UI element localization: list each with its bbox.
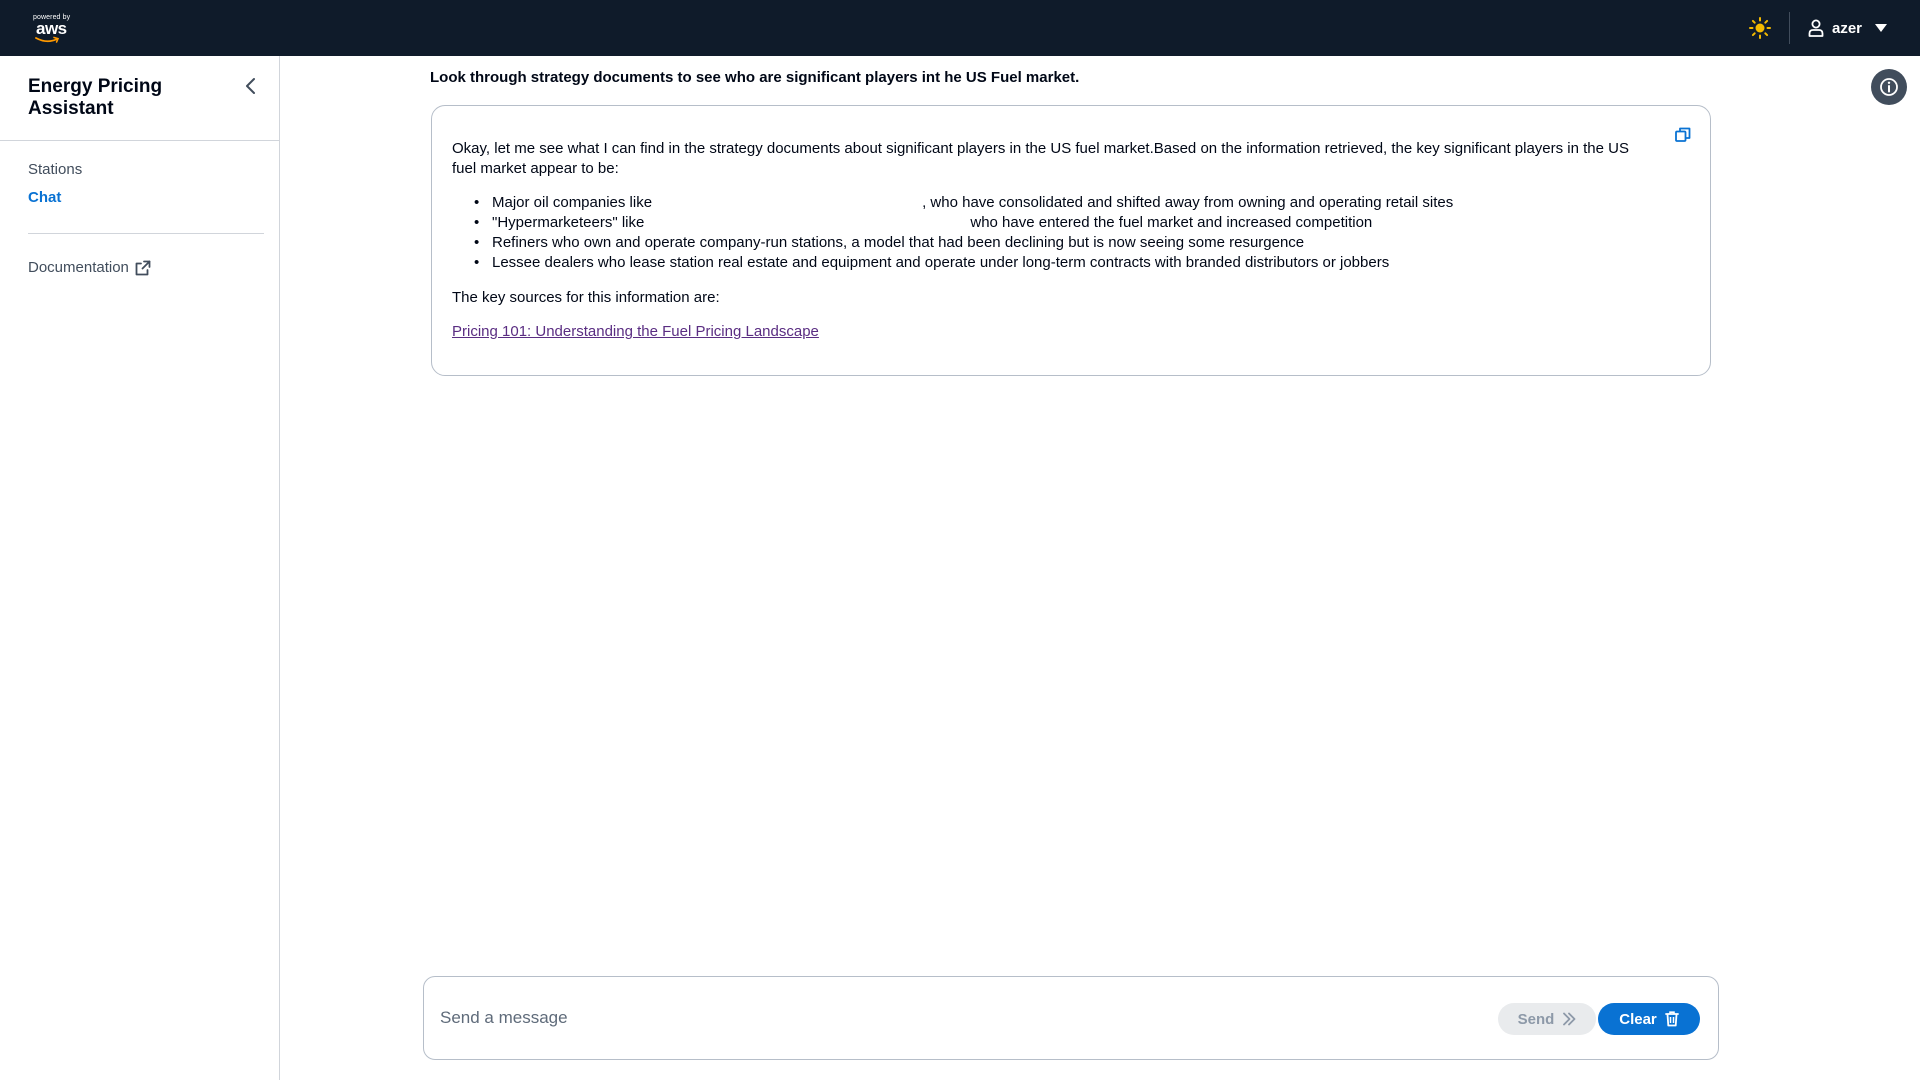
message-composer: Send Clear — [423, 976, 1719, 1060]
bullet-text: , who have consolidated and shifted away… — [922, 194, 1454, 211]
documentation-label: Documentation — [28, 259, 129, 276]
sidebar-item-documentation[interactable]: Documentation — [28, 258, 151, 278]
source-link[interactable]: Pricing 101: Understanding the Fuel Pric… — [452, 322, 819, 342]
chevron-left-icon — [246, 78, 255, 94]
message-input[interactable] — [440, 1003, 1440, 1033]
info-button[interactable] — [1871, 69, 1907, 105]
clear-label: Clear — [1619, 1010, 1657, 1028]
user-question: Look through strategy documents to see w… — [430, 69, 1080, 86]
list-item: Refiners who own and operate company-run… — [452, 233, 1652, 253]
side-navigation: Energy Pricing Assistant Stations Chat D… — [0, 56, 280, 1080]
aws-smile-icon — [35, 36, 60, 43]
bullet-text: Lessee dealers who lease station real es… — [492, 254, 1390, 271]
collapse-sidebar-button[interactable] — [241, 76, 261, 96]
user-menu-button[interactable]: azer — [1808, 14, 1888, 42]
sidebar-divider — [0, 140, 280, 141]
answer-intro: Okay, let me see what I can find in the … — [452, 140, 1629, 177]
sun-icon — [1749, 17, 1771, 39]
sidebar-item-chat[interactable]: Chat — [28, 188, 61, 208]
list-item: Major oil companies like , who have conso… — [452, 193, 1652, 213]
aws-logo[interactable]: powered by aws — [32, 12, 76, 44]
bullet-text: who have entered the fuel market and inc… — [970, 214, 1373, 231]
bullet-text: "Hypermarketeers" like — [492, 214, 645, 231]
sources-label: The key sources for this information are… — [452, 289, 720, 306]
info-icon — [1880, 78, 1898, 96]
double-chevron-right-icon — [1563, 1012, 1576, 1026]
external-link-icon — [135, 260, 151, 276]
sidebar-divider — [28, 233, 264, 234]
top-navigation: powered by aws azer — [0, 0, 1920, 56]
send-button[interactable]: Send — [1498, 1003, 1596, 1035]
list-item: "Hypermarketeers" like who have entered t… — [452, 213, 1652, 233]
trash-icon — [1664, 1011, 1679, 1027]
user-icon — [1808, 19, 1824, 37]
sidebar-item-stations[interactable]: Stations — [28, 160, 82, 180]
copy-answer-button[interactable] — [1674, 126, 1692, 144]
assistant-answer-card: Okay, let me see what I can find in the … — [431, 105, 1711, 376]
copy-icon — [1675, 127, 1691, 142]
username: azer — [1832, 19, 1863, 37]
clear-button[interactable]: Clear — [1598, 1003, 1700, 1035]
send-label: Send — [1517, 1010, 1555, 1028]
sidebar-title: Energy Pricing Assistant — [28, 76, 163, 119]
answer-bullet-list: Major oil companies like , who have conso… — [452, 193, 1652, 273]
bullet-text: Refiners who own and operate company-run… — [492, 234, 1305, 251]
theme-toggle-button[interactable] — [1748, 16, 1772, 40]
bullet-text: Major oil companies like — [492, 194, 653, 211]
topbar-divider — [1789, 12, 1790, 44]
list-item: Lessee dealers who lease station real es… — [452, 253, 1652, 273]
caret-down-icon — [1875, 24, 1888, 32]
